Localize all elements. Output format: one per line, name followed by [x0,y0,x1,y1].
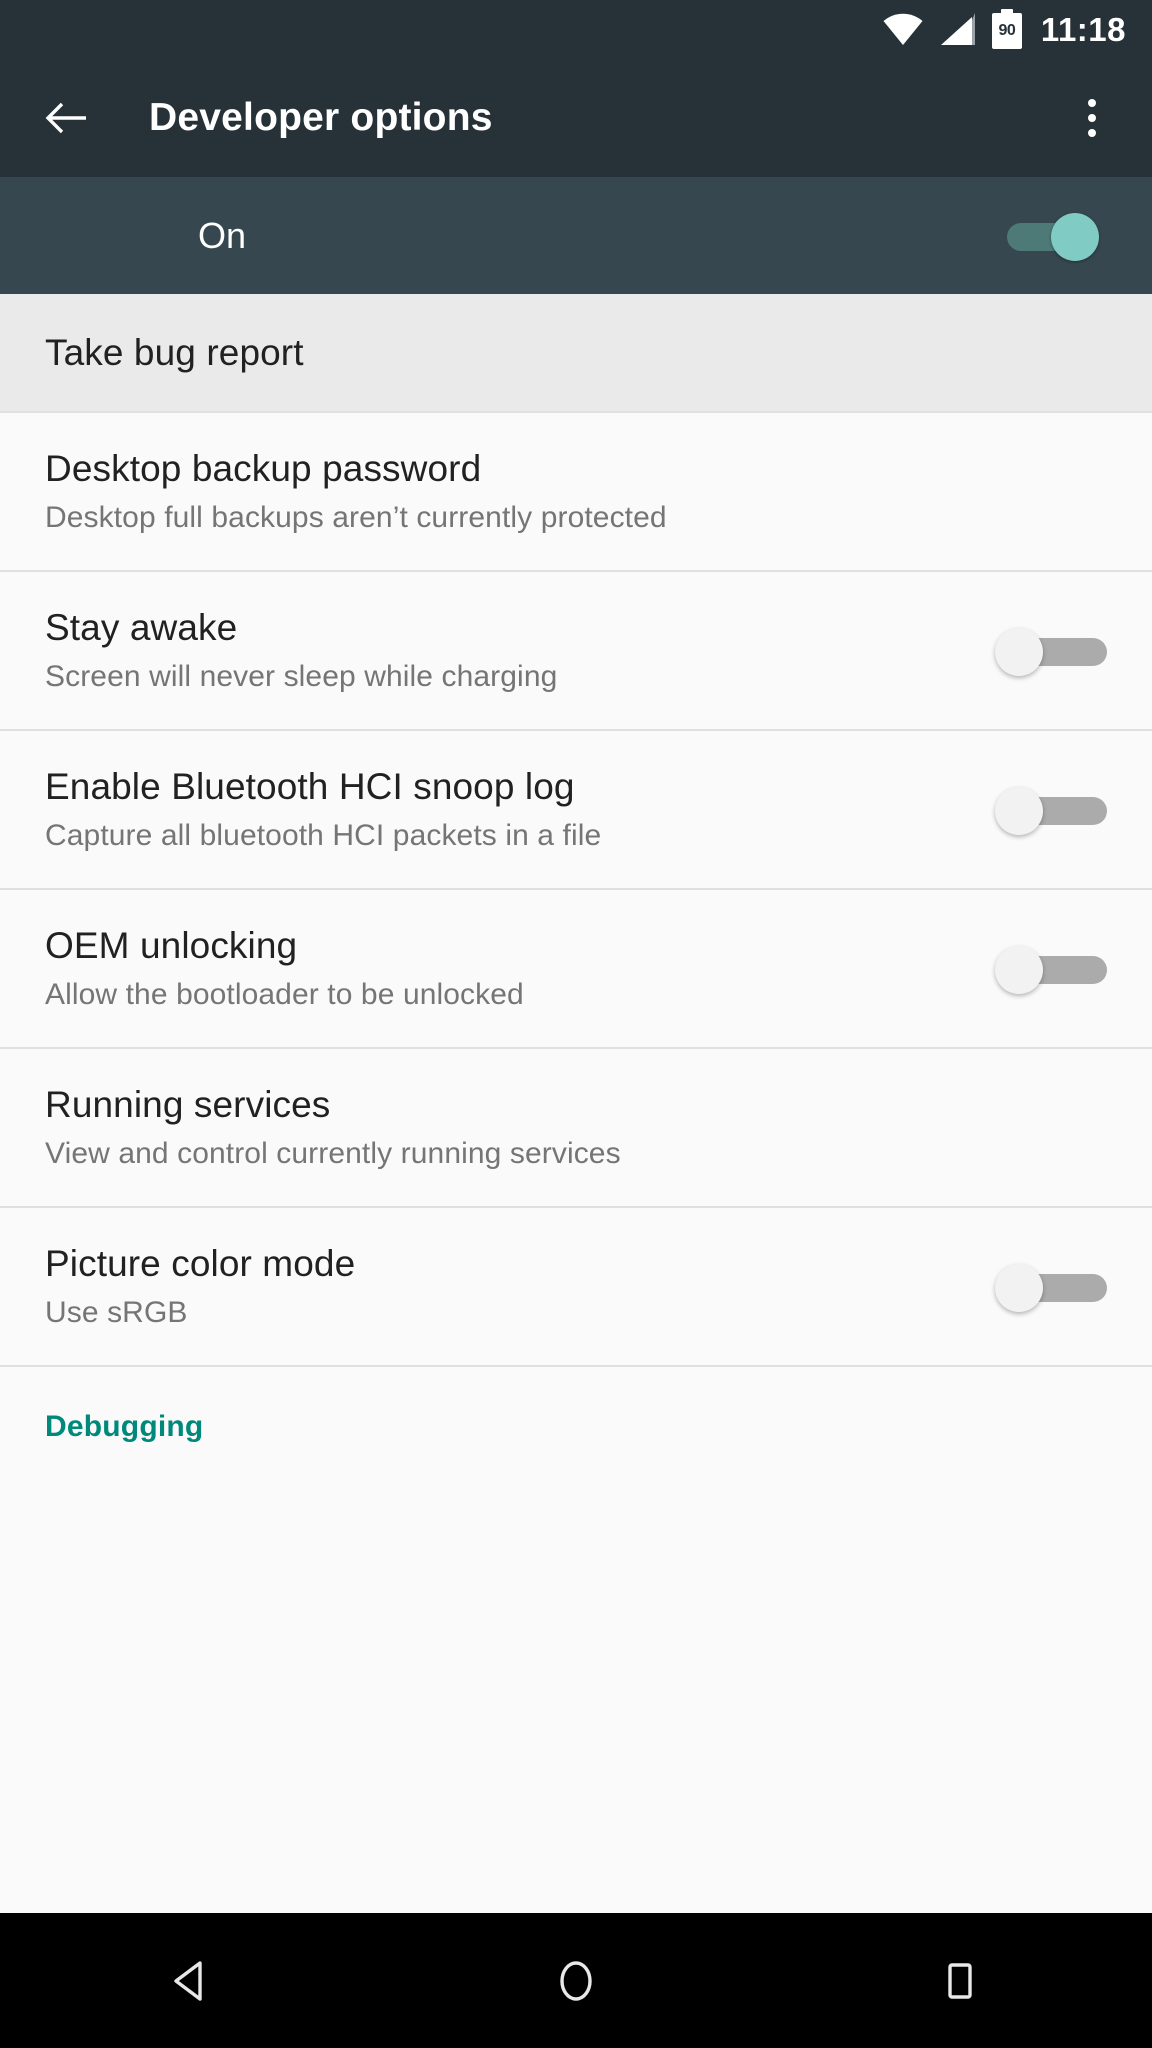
nav-recents-square-icon[interactable] [768,1913,1152,2048]
stay-awake-toggle[interactable] [995,621,1107,681]
nav-home-circle-icon[interactable] [384,1913,768,2048]
picture-color-mode-toggle[interactable] [995,1257,1107,1317]
section-header-debugging: Debugging [0,1367,1152,1487]
list-item-subtitle: Capture all bluetooth HCI packets in a f… [45,818,602,852]
list-item-title: OEM unlocking [45,924,298,966]
overflow-menu-icon[interactable] [1068,94,1116,142]
status-icon-group: 90 11:18 [882,9,1126,49]
list-item-title: Running services [45,1083,331,1125]
cell-signal-icon [939,12,977,46]
list-item-take-bug-report[interactable]: Take bug report [0,294,1152,413]
list-item-stay-awake[interactable]: Stay awake Screen will never sleep while… [0,572,1152,731]
wifi-icon [882,12,924,46]
oem-unlocking-toggle[interactable] [995,939,1107,999]
list-item-subtitle: Allow the bootloader to be unlocked [45,977,524,1011]
list-item-title: Desktop backup password [45,447,482,489]
master-switch-label: On [198,214,247,256]
battery-icon: 90 [991,9,1022,49]
status-bar-clock: 11:18 [1040,10,1126,48]
list-item-subtitle: Use sRGB [45,1295,188,1329]
list-item-subtitle: Desktop full backups aren’t currently pr… [45,500,667,534]
list-item-subtitle: Screen will never sleep while charging [45,659,558,693]
phone-screen: 90 11:18 Developer options On Take bug r… [0,0,1152,2048]
bluetooth-hci-snoop-log-toggle[interactable] [995,780,1107,840]
list-item-title: Enable Bluetooth HCI snoop log [45,765,575,807]
list-item-picture-color-mode[interactable]: Picture color mode Use sRGB [0,1208,1152,1367]
app-toolbar: Developer options [0,58,1152,177]
list-item-title: Take bug report [45,331,304,373]
list-item-running-services[interactable]: Running services View and control curren… [0,1049,1152,1208]
list-item-oem-unlocking[interactable]: OEM unlocking Allow the bootloader to be… [0,890,1152,1049]
list-item-title: Stay awake [45,606,238,648]
master-switch-toggle[interactable] [995,206,1105,266]
list-item-subtitle: View and control currently running servi… [45,1136,621,1170]
system-navigation-bar [0,1913,1152,2048]
list-item-desktop-backup-password[interactable]: Desktop backup password Desktop full bac… [0,413,1152,572]
nav-back-triangle-icon[interactable] [0,1913,384,2048]
list-item-bluetooth-hci-snoop-log[interactable]: Enable Bluetooth HCI snoop log Capture a… [0,731,1152,890]
page-title: Developer options [149,95,493,139]
settings-list: Take bug report Desktop backup password … [0,294,1152,1487]
list-item-title: Picture color mode [45,1242,356,1284]
master-switch-row[interactable]: On [0,177,1152,294]
battery-level-text: 90 [998,22,1016,39]
status-bar: 90 11:18 [0,0,1152,58]
back-arrow-icon[interactable] [42,94,90,142]
section-header-label: Debugging [45,1410,204,1443]
